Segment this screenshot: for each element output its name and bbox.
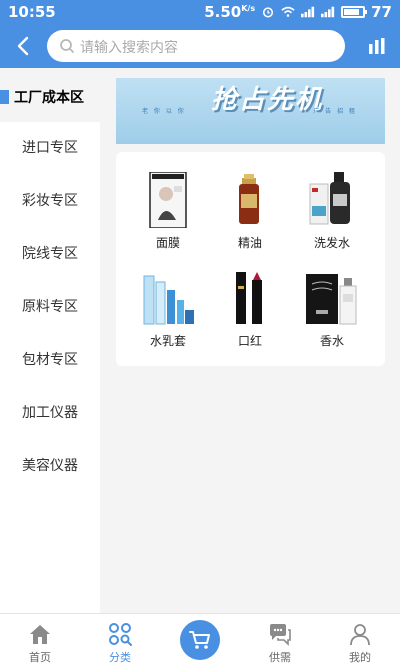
bar-chart-icon[interactable]: [368, 38, 386, 54]
banner-left-caption: 老 你 以 你: [142, 108, 186, 115]
nav-category[interactable]: 分类: [80, 614, 160, 666]
shampoo-bottle-icon: [309, 172, 350, 225]
category-shampoo[interactable]: 洗发水: [292, 172, 372, 262]
nav-mine[interactable]: 我的: [320, 614, 400, 666]
nav-supply-demand[interactable]: 供需: [240, 614, 320, 666]
battery-level: 77: [371, 3, 392, 21]
sidebar-item-active[interactable]: 工厂成本区: [0, 82, 100, 112]
nav-cart-button[interactable]: [180, 620, 220, 660]
category-label: 精油: [237, 236, 262, 250]
perfume-icon: [306, 274, 357, 325]
status-time: 10:55: [8, 3, 56, 21]
home-icon: [30, 625, 50, 644]
alarm-icon: [263, 7, 274, 18]
sidebar-active-label: 工厂成本区: [14, 90, 84, 106]
sidebar-item-imported[interactable]: 进口专区: [0, 128, 100, 168]
promo-banner[interactable]: 老 你 以 你 抢占先机 广 告 招 租: [116, 78, 385, 144]
back-button[interactable]: [10, 32, 38, 60]
category-label: 洗发水: [313, 236, 350, 250]
banner-headline: 抢占先机: [211, 85, 324, 115]
search-input[interactable]: 请输入搜索内容: [80, 37, 178, 57]
header: 请输入搜索内容: [0, 24, 400, 68]
wifi-icon: [281, 6, 295, 17]
sidebar-item-salon[interactable]: 院线专区: [0, 234, 100, 274]
active-indicator: [0, 90, 9, 104]
chevron-left-icon: [17, 36, 29, 56]
sidebar-item-makeup[interactable]: 彩妆专区: [0, 181, 100, 221]
cart-icon: [189, 631, 210, 649]
sidebar-item-raw-material[interactable]: 原料专区: [0, 287, 100, 327]
lotion-set-icon: [143, 275, 194, 325]
sidebar-item-processing-equipment[interactable]: 加工仪器: [0, 393, 100, 433]
battery-icon: [341, 6, 368, 18]
network-speed: 5.50K/s: [204, 3, 256, 21]
essential-oil-bottle-icon: [239, 174, 259, 224]
bottom-nav: 首页 分类 供需 我的: [0, 613, 400, 666]
sidebar-item-beauty-equipment[interactable]: 美容仪器: [0, 446, 100, 486]
nav-mine-label: 我的: [349, 651, 371, 664]
sidebar-item-packaging[interactable]: 包材专区: [0, 340, 100, 380]
search-bar[interactable]: 请输入搜索内容: [47, 30, 345, 62]
nav-home-label: 首页: [29, 651, 51, 664]
nav-home[interactable]: 首页: [0, 614, 80, 666]
search-icon: [60, 39, 74, 53]
signal-icon-2: [321, 6, 335, 18]
user-icon: [350, 624, 370, 646]
category-icon: [109, 623, 132, 646]
banner-right-caption: 广 告 招 租: [313, 108, 357, 115]
category-label: 香水: [319, 334, 344, 348]
category-label: 口红: [237, 334, 262, 348]
status-indicators: 5.50K/s 77: [204, 3, 392, 21]
face-mask-product-icon: [149, 172, 187, 228]
signal-icon: [301, 6, 315, 18]
chat-icon: [270, 624, 291, 646]
lipstick-icon: [236, 272, 262, 324]
category-lipstick[interactable]: 口红: [210, 270, 290, 360]
category-sidebar: 工厂成本区 进口专区 彩妆专区 院线专区 原料专区 包材专区 加工仪器 美容仪器: [0, 68, 100, 613]
category-essential-oil[interactable]: 精油: [210, 172, 290, 262]
status-bar: 10:55 5.50K/s 77: [0, 0, 400, 24]
sidebar-list: 进口专区 彩妆专区 院线专区 原料专区 包材专区 加工仪器 美容仪器: [0, 122, 100, 613]
category-label: 水乳套: [149, 334, 186, 348]
category-grid: 面膜 精油 洗发水 水乳套 口红 香水: [116, 152, 385, 366]
category-lotion-set[interactable]: 水乳套: [128, 270, 208, 360]
category-label: 面膜: [155, 236, 180, 250]
category-face-mask[interactable]: 面膜: [128, 172, 208, 262]
nav-category-label: 分类: [109, 651, 131, 664]
category-perfume[interactable]: 香水: [292, 270, 372, 360]
nav-supply-demand-label: 供需: [269, 651, 291, 664]
